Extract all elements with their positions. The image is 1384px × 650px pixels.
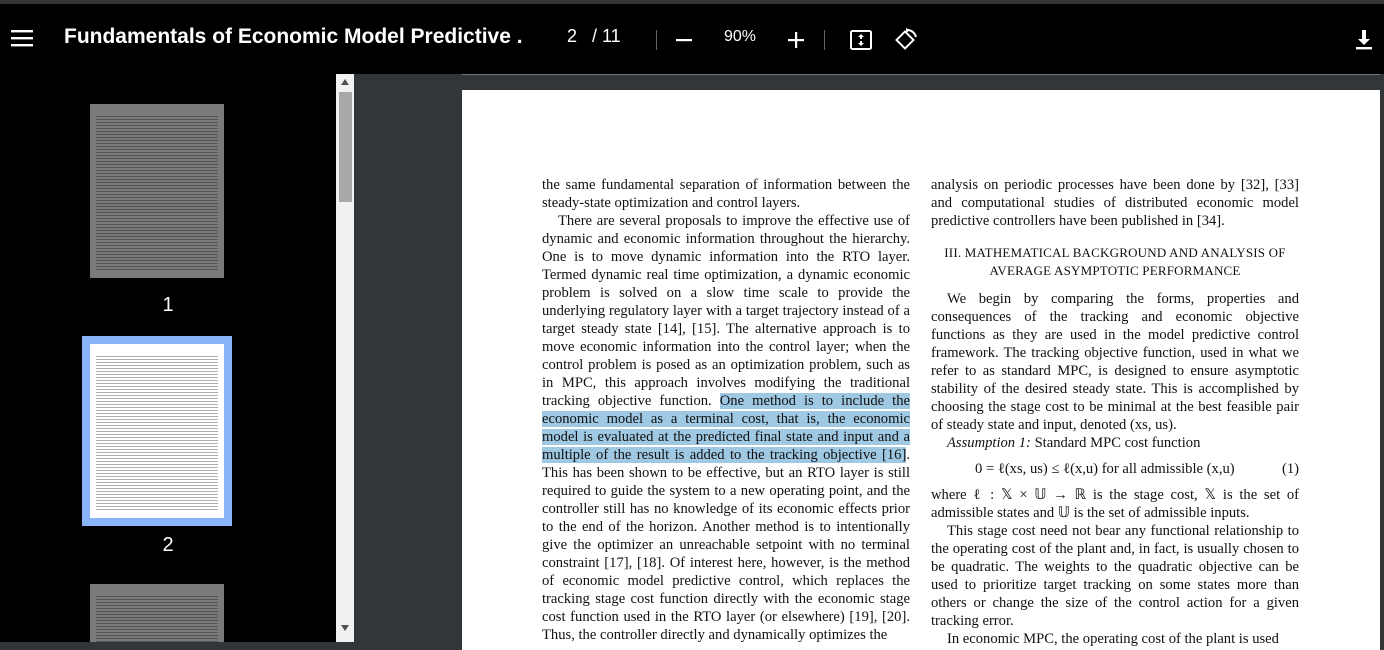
equation-number: (1) [1281,461,1299,477]
section-heading-line: AVERAGE ASYMPTOTIC PERFORMANCE [989,263,1241,278]
scrollbar-thumb[interactable] [339,92,352,202]
assumption: Assumption 1: Standard MPC cost function [931,434,1299,452]
assumption-text: Standard MPC cost function [1030,435,1201,451]
rotate-icon[interactable] [890,26,922,54]
download-icon[interactable] [1350,26,1378,54]
assumption-label: Assumption 1: [947,435,1031,451]
thumbnail-page-selected[interactable] [82,336,232,526]
paragraph: We begin by comparing the forms, propert… [931,291,1299,433]
thumbnail-number: 1 [162,294,174,316]
text-span: . This has been shown to be effective, b… [542,447,910,643]
section-heading-line: III. MATHEMATICAL BACKGROUND AND ANALYSI… [944,245,1286,260]
thumbnail-number: 2 [162,534,174,556]
paragraph: In economic MPC, the operating cost of t… [947,631,1279,647]
scroll-up-icon[interactable] [340,78,350,86]
paragraph: There are several proposals to improve t… [542,212,911,644]
paragraph: This stage cost need not bear any functi… [931,523,1299,629]
fit-to-page-icon[interactable] [846,26,876,54]
section-heading: III. MATHEMATICAL BACKGROUND AND ANALYSI… [931,244,1299,280]
document-title: Fundamentals of Economic Model Predictiv… [64,25,524,48]
paragraph: where ℓ : 𝕏 × 𝕌 → ℝ is the stage cost, 𝕏… [931,487,1299,521]
page-total: / 11 [592,26,621,46]
thumbnail-page[interactable] [88,104,226,280]
pdf-page: the same fundamental separation of infor… [462,90,1380,650]
thumbnail-page[interactable] [88,584,226,642]
toolbar: Fundamentals of Economic Model Predictiv… [0,4,1384,74]
thumbnail-image [90,584,224,642]
page-edge [462,74,1380,75]
thumbnail-image [90,344,224,518]
paragraph: analysis on periodic processes have been… [931,177,1299,229]
page-number-input[interactable] [560,26,584,47]
toolbar-divider [656,30,657,50]
plus-icon[interactable] [782,26,810,54]
thumbnail-sidebar: 1 2 [0,74,336,642]
minus-icon[interactable] [670,26,698,54]
menu-icon[interactable] [8,24,36,52]
text-span: There are several proposals to improve t… [542,213,910,409]
equation: 0 = ℓ(xs, us) ≤ ℓ(x,u) for all admissibl… [931,460,1299,478]
zoom-level[interactable]: 90% [718,28,762,46]
thumbnail-image [90,104,224,278]
left-column: the same fundamental separation of infor… [542,176,911,644]
scroll-down-icon[interactable] [340,624,350,632]
paragraph: the same fundamental separation of infor… [542,177,910,211]
right-column: analysis on periodic processes have been… [931,176,1299,648]
equation-body: 0 = ℓ(xs, us) ≤ ℓ(x,u) for all admissibl… [975,461,1235,477]
toolbar-divider [824,30,825,50]
